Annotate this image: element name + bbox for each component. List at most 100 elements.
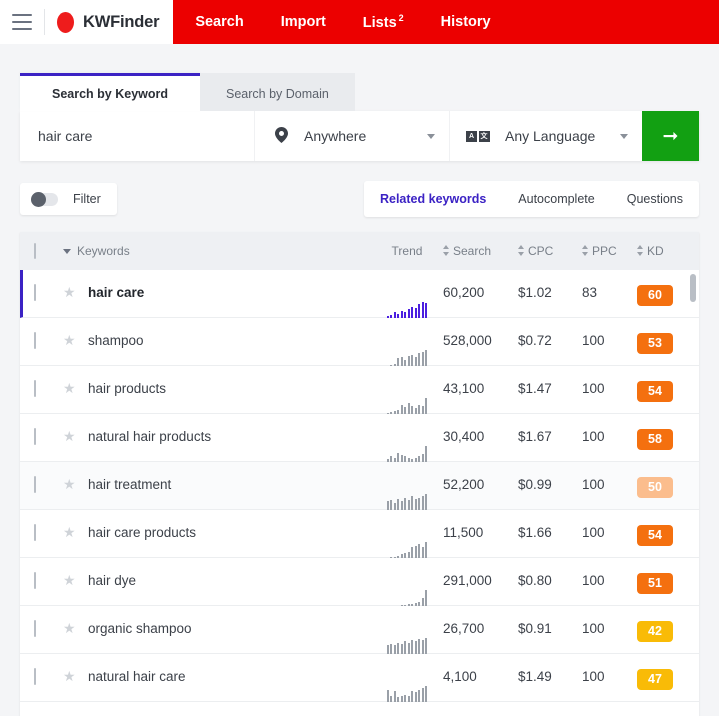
- row-ppc: 100: [582, 525, 605, 540]
- chevron-down-icon-location[interactable]: [427, 133, 435, 139]
- row-keyword-cell: shampoo: [88, 333, 371, 348]
- column-header-kd[interactable]: KD: [637, 244, 699, 258]
- row-select-cell: [34, 428, 63, 445]
- row-keyword-cell: hair products: [88, 381, 371, 396]
- brand-name: KWFinder: [83, 12, 160, 31]
- row-checkbox[interactable]: [34, 284, 36, 301]
- select-all-cell: [34, 243, 63, 259]
- table-row[interactable]: ★ hair care products 11,500 $1.66 100 54: [20, 510, 699, 563]
- nav-item-search[interactable]: Search: [195, 14, 243, 30]
- location-value: Anywhere: [304, 128, 367, 144]
- row-favorite-cell: ★: [63, 573, 88, 588]
- nav-item-history[interactable]: History: [441, 14, 491, 30]
- nav-menu: Search Import Lists 2 History: [173, 0, 719, 44]
- column-header-kd-label: KD: [647, 244, 664, 258]
- row-favorite-cell: ★: [63, 669, 88, 684]
- star-icon[interactable]: ★: [63, 572, 76, 588]
- row-keyword-cell: hair care products: [88, 525, 371, 540]
- table-row[interactable]: ★ hair care 60,200 $1.02 83 60: [20, 270, 699, 323]
- filter-toggle-button[interactable]: Filter: [20, 183, 117, 215]
- table-row[interactable]: ★best hair treatment9,600$1.0910043: [20, 702, 699, 716]
- row-checkbox[interactable]: [34, 572, 36, 589]
- keyword-text: organic shampoo: [88, 621, 192, 636]
- row-keyword-cell: hair dye: [88, 573, 371, 588]
- select-all-checkbox[interactable]: [34, 243, 36, 259]
- tab-autocomplete[interactable]: Autocomplete: [502, 181, 610, 217]
- row-favorite-cell: ★: [63, 285, 88, 300]
- row-ppc: 100: [582, 381, 605, 396]
- star-icon[interactable]: ★: [63, 380, 76, 396]
- row-search-volume: 528,000: [443, 333, 492, 348]
- star-icon[interactable]: ★: [63, 428, 76, 444]
- star-icon[interactable]: ★: [63, 332, 76, 348]
- keywords-table: Keywords Trend Search CPC PPC KD ★ hair c…: [20, 232, 699, 716]
- nav-item-import-label: Import: [280, 14, 326, 30]
- language-select[interactable]: A 文 Any Language: [450, 111, 642, 161]
- nav-item-import[interactable]: Import: [281, 14, 326, 30]
- location-select[interactable]: Anywhere: [255, 111, 449, 161]
- table-row[interactable]: ★ shampoo 528,000 $0.72 100 53: [20, 318, 699, 371]
- kd-badge: 51: [637, 573, 673, 595]
- keyword-text: hair products: [88, 381, 167, 396]
- table-row[interactable]: ★ organic shampoo 26,700 $0.91 100 42: [20, 606, 699, 659]
- table-row[interactable]: ★ hair dye 291,000 $0.80 100 51: [20, 558, 699, 611]
- row-checkbox[interactable]: [34, 620, 36, 637]
- row-select-cell: [34, 476, 63, 493]
- row-checkbox[interactable]: [34, 524, 36, 541]
- hamburger-menu-icon[interactable]: [12, 14, 32, 30]
- row-cpc: $1.49: [518, 669, 552, 684]
- row-cpc: $1.47: [518, 381, 552, 396]
- star-icon[interactable]: ★: [63, 620, 76, 636]
- row-search-volume: 11,500: [443, 525, 484, 540]
- column-header-search-label: Search: [453, 244, 492, 258]
- row-favorite-cell: ★: [63, 525, 88, 540]
- keyword-text: natural hair products: [88, 429, 212, 444]
- row-checkbox[interactable]: [34, 428, 36, 445]
- column-header-cpc[interactable]: CPC: [518, 244, 582, 258]
- row-keyword-cell: hair care: [88, 285, 371, 300]
- search-submit-button[interactable]: ➞: [642, 111, 699, 161]
- row-cpc: $0.99: [518, 477, 552, 492]
- keyword-text: shampoo: [88, 333, 144, 348]
- table-row[interactable]: ★ hair treatment 52,200 $0.99 100 50: [20, 462, 699, 515]
- chevron-down-icon-language[interactable]: [620, 133, 628, 139]
- table-row[interactable]: ★ natural hair products 30,400 $1.67 100 58: [20, 414, 699, 467]
- table-scrollbar-thumb[interactable]: [690, 274, 696, 302]
- tab-questions[interactable]: Questions: [611, 181, 699, 217]
- row-checkbox[interactable]: [34, 332, 36, 349]
- row-checkbox[interactable]: [34, 380, 36, 397]
- table-row[interactable]: ★ natural hair care 4,100 $1.49 100 47: [20, 654, 699, 707]
- row-checkbox[interactable]: [34, 668, 36, 685]
- row-cpc: $1.67: [518, 429, 552, 444]
- top-navigation-bar: KWFinder Search Import Lists 2 History: [0, 0, 719, 44]
- search-mode-tabs: Search by Keyword Search by Domain: [20, 73, 699, 111]
- row-keyword-cell: hair treatment: [88, 477, 371, 492]
- translate-icon-b: 文: [478, 130, 490, 142]
- nav-item-lists-badge: 2: [398, 13, 404, 24]
- keyword-input-value: hair care: [38, 128, 93, 144]
- kd-badge: 47: [637, 669, 673, 691]
- row-select-cell: [34, 284, 63, 301]
- table-scrollbar[interactable]: [689, 270, 697, 716]
- star-icon[interactable]: ★: [63, 284, 76, 300]
- nav-item-lists[interactable]: Lists 2: [363, 13, 404, 31]
- keyword-input[interactable]: hair care: [20, 111, 254, 161]
- column-header-search[interactable]: Search: [443, 244, 518, 258]
- row-checkbox[interactable]: [34, 476, 36, 493]
- table-row[interactable]: ★ hair products 43,100 $1.47 100 54: [20, 366, 699, 419]
- star-icon[interactable]: ★: [63, 524, 76, 540]
- sort-icon-cpc: [518, 245, 525, 256]
- column-header-ppc[interactable]: PPC: [582, 244, 637, 258]
- filter-toggle-switch[interactable]: [31, 191, 58, 207]
- search-bar: hair care Anywhere A 文 Any Language ➞: [20, 111, 699, 161]
- star-icon[interactable]: ★: [63, 476, 76, 492]
- tab-search-by-keyword[interactable]: Search by Keyword: [20, 73, 200, 111]
- column-header-keywords[interactable]: Keywords: [63, 244, 371, 258]
- row-favorite-cell: ★: [63, 381, 88, 396]
- row-search-volume: 26,700: [443, 621, 485, 636]
- star-icon[interactable]: ★: [63, 668, 76, 684]
- tab-related-keywords[interactable]: Related keywords: [364, 181, 502, 217]
- row-ppc: 100: [582, 621, 605, 636]
- tab-search-by-domain[interactable]: Search by Domain: [200, 73, 355, 111]
- row-search-volume: 52,200: [443, 477, 485, 492]
